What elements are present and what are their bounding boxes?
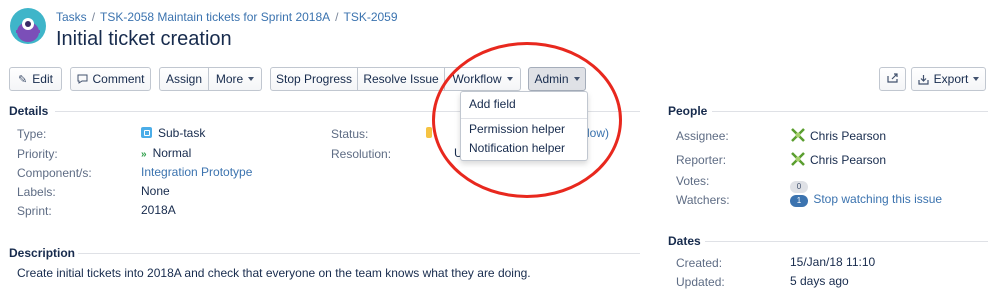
export-button[interactable]: Export (911, 67, 986, 91)
workflow-button[interactable]: Workflow (445, 67, 521, 91)
updated-value: 5 days ago (790, 274, 849, 288)
user-avatar-icon (791, 128, 805, 142)
chevron-down-icon (248, 77, 255, 81)
breadcrumb: Tasks / TSK-2058 Maintain tickets for Spri… (56, 10, 398, 24)
comment-button[interactable]: Comment (70, 67, 151, 91)
reporter-label: Reporter: (676, 153, 727, 167)
assign-label: Assign (165, 72, 203, 86)
labels-label: Labels: (17, 185, 56, 199)
resolve-issue-button[interactable]: Resolve Issue (358, 67, 445, 91)
comment-label: Comment (92, 72, 145, 86)
description-text: Create initial tickets into 2018A and ch… (17, 266, 531, 280)
people-divider (712, 111, 988, 112)
admin-label: Admin (534, 72, 569, 86)
menu-item-add-field[interactable]: Add field (469, 97, 516, 111)
edit-button[interactable]: ✎ Edit (9, 67, 62, 91)
dates-heading: Dates (668, 234, 701, 248)
priority-label: Priority: (17, 147, 58, 161)
chevron-down-icon (506, 77, 513, 81)
assign-button[interactable]: Assign (159, 67, 209, 91)
stop-progress-label: Stop Progress (275, 72, 353, 86)
export-icon (918, 74, 929, 85)
updated-label: Updated: (676, 275, 725, 289)
sprint-value: 2018A (141, 203, 176, 217)
user-avatar-icon (791, 152, 805, 166)
breadcrumb-project-link[interactable]: Tasks (56, 10, 87, 24)
admin-button[interactable]: Admin (528, 67, 586, 91)
breadcrumb-issue-link[interactable]: TSK-2059 (344, 10, 398, 24)
components-label: Component/s: (17, 166, 92, 180)
reporter-value[interactable]: Chris Pearson (790, 151, 886, 167)
created-label: Created: (676, 256, 723, 270)
description-divider (78, 253, 640, 254)
chevron-down-icon (573, 77, 580, 81)
component-link[interactable]: Integration Prototype (141, 165, 252, 179)
more-button[interactable]: More (209, 67, 262, 91)
admin-dropdown-menu: Add field Permission helper Notification… (460, 91, 588, 161)
priority-low-icon: » (141, 149, 147, 160)
assignee-name: Chris Pearson (810, 129, 887, 143)
assignee-label: Assignee: (676, 129, 729, 143)
sprint-label: Sprint: (17, 204, 52, 218)
edit-label: Edit (32, 72, 53, 86)
watchers-count: 1 (790, 195, 808, 207)
resolution-label: Resolution: (331, 147, 392, 161)
share-icon (886, 72, 899, 86)
project-avatar[interactable] (10, 8, 46, 44)
stop-watching-link[interactable]: Stop watching this issue (813, 192, 942, 206)
priority-value: » Normal (141, 146, 191, 160)
breadcrumb-separator: / (91, 10, 96, 24)
resolve-issue-label: Resolve Issue (363, 72, 439, 86)
breadcrumb-separator: / (335, 10, 339, 24)
page-title: Initial ticket creation (56, 28, 232, 50)
type-label: Type: (17, 127, 47, 141)
details-heading: Details (9, 104, 49, 118)
comment-icon (77, 74, 88, 84)
watchers-label: Watchers: (676, 193, 730, 207)
status-lozenge (426, 127, 432, 138)
share-button[interactable] (879, 67, 906, 91)
status-value-fragment[interactable]: low) (587, 126, 609, 140)
watchers-value: 1 Stop watching this issue (790, 192, 942, 207)
people-heading: People (668, 104, 708, 118)
reporter-name: Chris Pearson (810, 153, 887, 167)
pencil-icon: ✎ (18, 73, 28, 86)
description-heading: Description (9, 246, 76, 260)
menu-divider (461, 118, 587, 119)
type-value: Sub-task (141, 126, 205, 140)
menu-item-notification-helper[interactable]: Notification helper (469, 141, 565, 155)
stop-progress-button[interactable]: Stop Progress (270, 67, 358, 91)
created-value: 15/Jan/18 11:10 (790, 255, 876, 269)
votes-label: Votes: (676, 174, 710, 188)
workflow-label: Workflow (452, 72, 502, 86)
type-value-text: Sub-task (158, 126, 206, 140)
labels-value: None (141, 184, 170, 198)
breadcrumb-parent-link[interactable]: TSK-2058 Maintain tickets for Sprint 201… (100, 10, 330, 24)
subtask-icon (141, 127, 152, 138)
export-label: Export (933, 72, 969, 86)
priority-value-text: Normal (152, 146, 192, 160)
dates-divider (705, 241, 988, 242)
more-label: More (215, 72, 244, 86)
status-label: Status: (331, 127, 369, 141)
assignee-value[interactable]: Chris Pearson (790, 127, 886, 143)
menu-item-permission-helper[interactable]: Permission helper (469, 122, 565, 136)
chevron-down-icon (973, 77, 980, 81)
